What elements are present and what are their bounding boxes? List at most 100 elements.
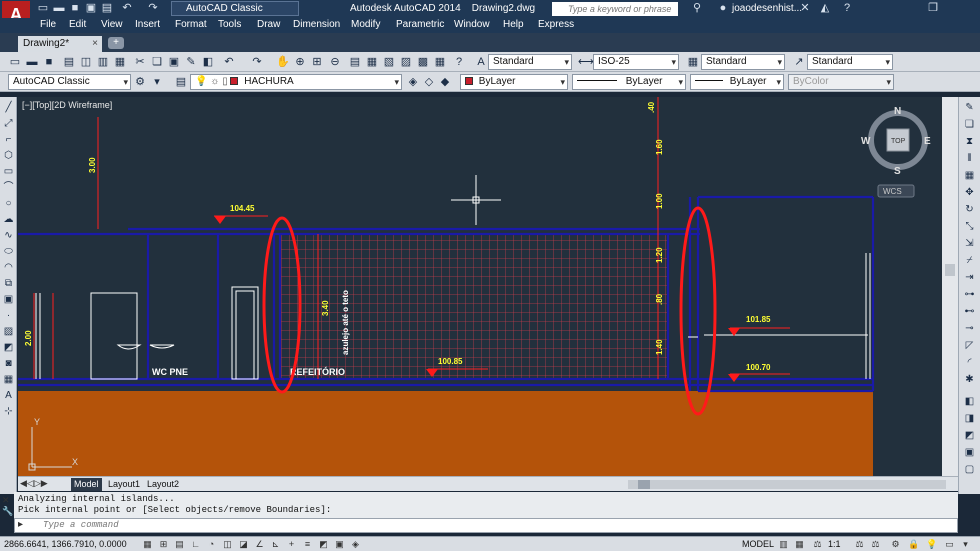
menu-draw[interactable]: Draw <box>257 19 280 30</box>
layer-properties-icon[interactable]: ▤ <box>174 75 188 89</box>
open-file-icon[interactable]: ▬ <box>52 2 66 15</box>
linetype-select[interactable]: ByLayer <box>572 74 686 90</box>
stretch-icon[interactable]: ⇲ <box>963 237 976 250</box>
user-name[interactable]: joaodesenhist... <box>732 3 802 14</box>
menu-tools[interactable]: Tools <box>218 19 241 30</box>
model-space-toggle[interactable]: MODEL <box>742 539 774 549</box>
erase-icon[interactable]: ✎ <box>963 101 976 114</box>
add-selected-icon[interactable]: ⊹ <box>2 405 15 418</box>
3d-osnap-icon[interactable]: ◪ <box>238 539 249 550</box>
menu-window[interactable]: Window <box>454 19 490 30</box>
viewcube[interactable]: TOP N S E W WCS <box>861 106 931 198</box>
table-style-icon[interactable]: ▦ <box>686 55 700 69</box>
help-toolbar-icon[interactable]: ? <box>452 55 466 69</box>
text-style-select[interactable]: Standard <box>488 54 572 70</box>
tab-model[interactable]: Model <box>71 478 102 491</box>
draw-order-icon[interactable]: ◧ <box>963 395 976 408</box>
menu-help[interactable]: Help <box>503 19 524 30</box>
help-icon[interactable]: ? <box>840 2 854 15</box>
design-center-icon[interactable]: ▦ <box>365 55 379 69</box>
spline-icon[interactable]: ∿ <box>2 229 15 242</box>
block-editor-icon[interactable]: ◧ <box>201 55 215 69</box>
3d-print-icon[interactable]: ▦ <box>113 55 127 69</box>
save-icon[interactable]: ■ <box>68 2 82 15</box>
trim-icon[interactable]: ⌿ <box>963 254 976 267</box>
zoom-realtime-icon[interactable]: ⊕ <box>293 55 307 69</box>
annotation-visibility-icon[interactable]: ⚖ <box>854 539 865 550</box>
workspace-select[interactable]: AutoCAD Classic <box>171 1 299 16</box>
rectangle-icon[interactable]: ▭ <box>2 165 15 178</box>
ortho-icon[interactable]: ∟ <box>190 539 201 550</box>
tab-layout2[interactable]: Layout2 <box>144 478 182 491</box>
gradient-icon[interactable]: ◩ <box>2 341 15 354</box>
ungroup-icon[interactable]: ▢ <box>963 463 976 476</box>
horizontal-scrollbar[interactable] <box>628 480 946 489</box>
plot-style-select[interactable]: ByColor <box>788 74 894 90</box>
redo-icon[interactable]: ↷ <box>146 2 160 15</box>
mleader-style-icon[interactable]: ↗ <box>792 55 806 69</box>
grid-icon[interactable]: ▤ <box>174 539 185 550</box>
break-point-icon[interactable]: ⊶ <box>963 288 976 301</box>
menu-modify[interactable]: Modify <box>351 19 380 30</box>
markup-icon[interactable]: ▩ <box>416 55 430 69</box>
close-tab-icon[interactable]: × <box>92 36 98 52</box>
copy-object-icon[interactable]: ❏ <box>963 118 976 131</box>
extend-icon[interactable]: ⇥ <box>963 271 976 284</box>
undo-toolbar-icon[interactable]: ↶ <box>222 55 236 69</box>
compass-west[interactable]: W <box>861 136 871 147</box>
transparency-icon[interactable]: ◩ <box>318 539 329 550</box>
sheet-set-icon[interactable]: ▨ <box>399 55 413 69</box>
new-tab-button[interactable]: + <box>108 37 124 49</box>
lineweight-select[interactable]: ByLayer <box>690 74 784 90</box>
quick-view-drawings-icon[interactable]: ▦ <box>794 539 805 550</box>
revision-cloud-icon[interactable]: ☁ <box>2 213 15 226</box>
undo-icon[interactable]: ↶ <box>120 2 134 15</box>
copy-icon[interactable]: ❏ <box>150 55 164 69</box>
make-block-icon[interactable]: ▣ <box>2 293 15 306</box>
arc-icon[interactable]: ⌒ <box>2 181 15 194</box>
menu-express[interactable]: Express <box>538 19 574 30</box>
match-properties-icon[interactable]: ✎ <box>184 55 198 69</box>
vertical-scrollbar[interactable] <box>942 97 958 476</box>
lineweight-toggle-icon[interactable]: ≡ <box>302 539 313 550</box>
table-icon[interactable]: ▦ <box>2 373 15 386</box>
save-as-icon[interactable]: ▣ <box>84 2 98 15</box>
paste-icon[interactable]: ▣ <box>167 55 181 69</box>
pan-icon[interactable]: ✋ <box>276 55 290 69</box>
customize-icon[interactable]: ▾ <box>150 75 164 89</box>
explode-icon[interactable]: ✱ <box>963 373 976 386</box>
color-select[interactable]: ByLayer <box>460 74 568 90</box>
table-style-select[interactable]: Standard <box>701 54 785 70</box>
polygon-icon[interactable]: ⬡ <box>2 149 15 162</box>
send-back-icon[interactable]: ◩ <box>963 429 976 442</box>
quick-view-layouts-icon[interactable]: ▥ <box>778 539 789 550</box>
qnew-icon[interactable]: ▭ <box>8 55 22 69</box>
chamfer-icon[interactable]: ◸ <box>963 339 976 352</box>
circle-icon[interactable]: ○ <box>2 197 15 210</box>
clean-screen-icon[interactable]: ▭ <box>944 539 955 550</box>
layer-previous-icon[interactable]: ◇ <box>422 75 436 89</box>
annotation-scale-icon[interactable]: ⚖ <box>812 539 823 550</box>
hatch-icon[interactable]: ▨ <box>2 325 15 338</box>
zoom-window-icon[interactable]: ⊞ <box>310 55 324 69</box>
plot-toolbar-icon[interactable]: ▤ <box>62 55 76 69</box>
dyn-icon[interactable]: + <box>286 539 297 550</box>
mleader-style-select[interactable]: Standard <box>807 54 893 70</box>
mirror-icon[interactable]: ⧗ <box>963 135 976 148</box>
annotation-scale[interactable]: 1:1 <box>828 539 841 549</box>
polar-icon[interactable]: ◔ <box>206 539 217 550</box>
join-icon[interactable]: ⊸ <box>963 322 976 335</box>
menu-parametric[interactable]: Parametric <box>396 19 444 30</box>
compass-south[interactable]: S <box>894 166 901 177</box>
workspace-combo[interactable]: AutoCAD Classic <box>8 74 131 90</box>
publish-icon[interactable]: ▥ <box>96 55 110 69</box>
cursor-coordinates[interactable]: 2866.6641, 1366.7910, 0.0000 <box>4 539 127 549</box>
isolate-objects-icon[interactable]: 💡 <box>926 539 937 550</box>
quickcalc-icon[interactable]: ▦ <box>433 55 447 69</box>
tab-drawing2[interactable]: Drawing2* × <box>18 36 102 52</box>
layer-select[interactable]: 💡 ☼ ▯ HACHURA <box>190 74 402 90</box>
ellipse-arc-icon[interactable]: ◠ <box>2 261 15 274</box>
text-style-icon[interactable]: A <box>474 55 488 69</box>
dim-style-select[interactable]: ISO-25 <box>593 54 679 70</box>
multiline-text-icon[interactable]: A <box>2 389 15 402</box>
